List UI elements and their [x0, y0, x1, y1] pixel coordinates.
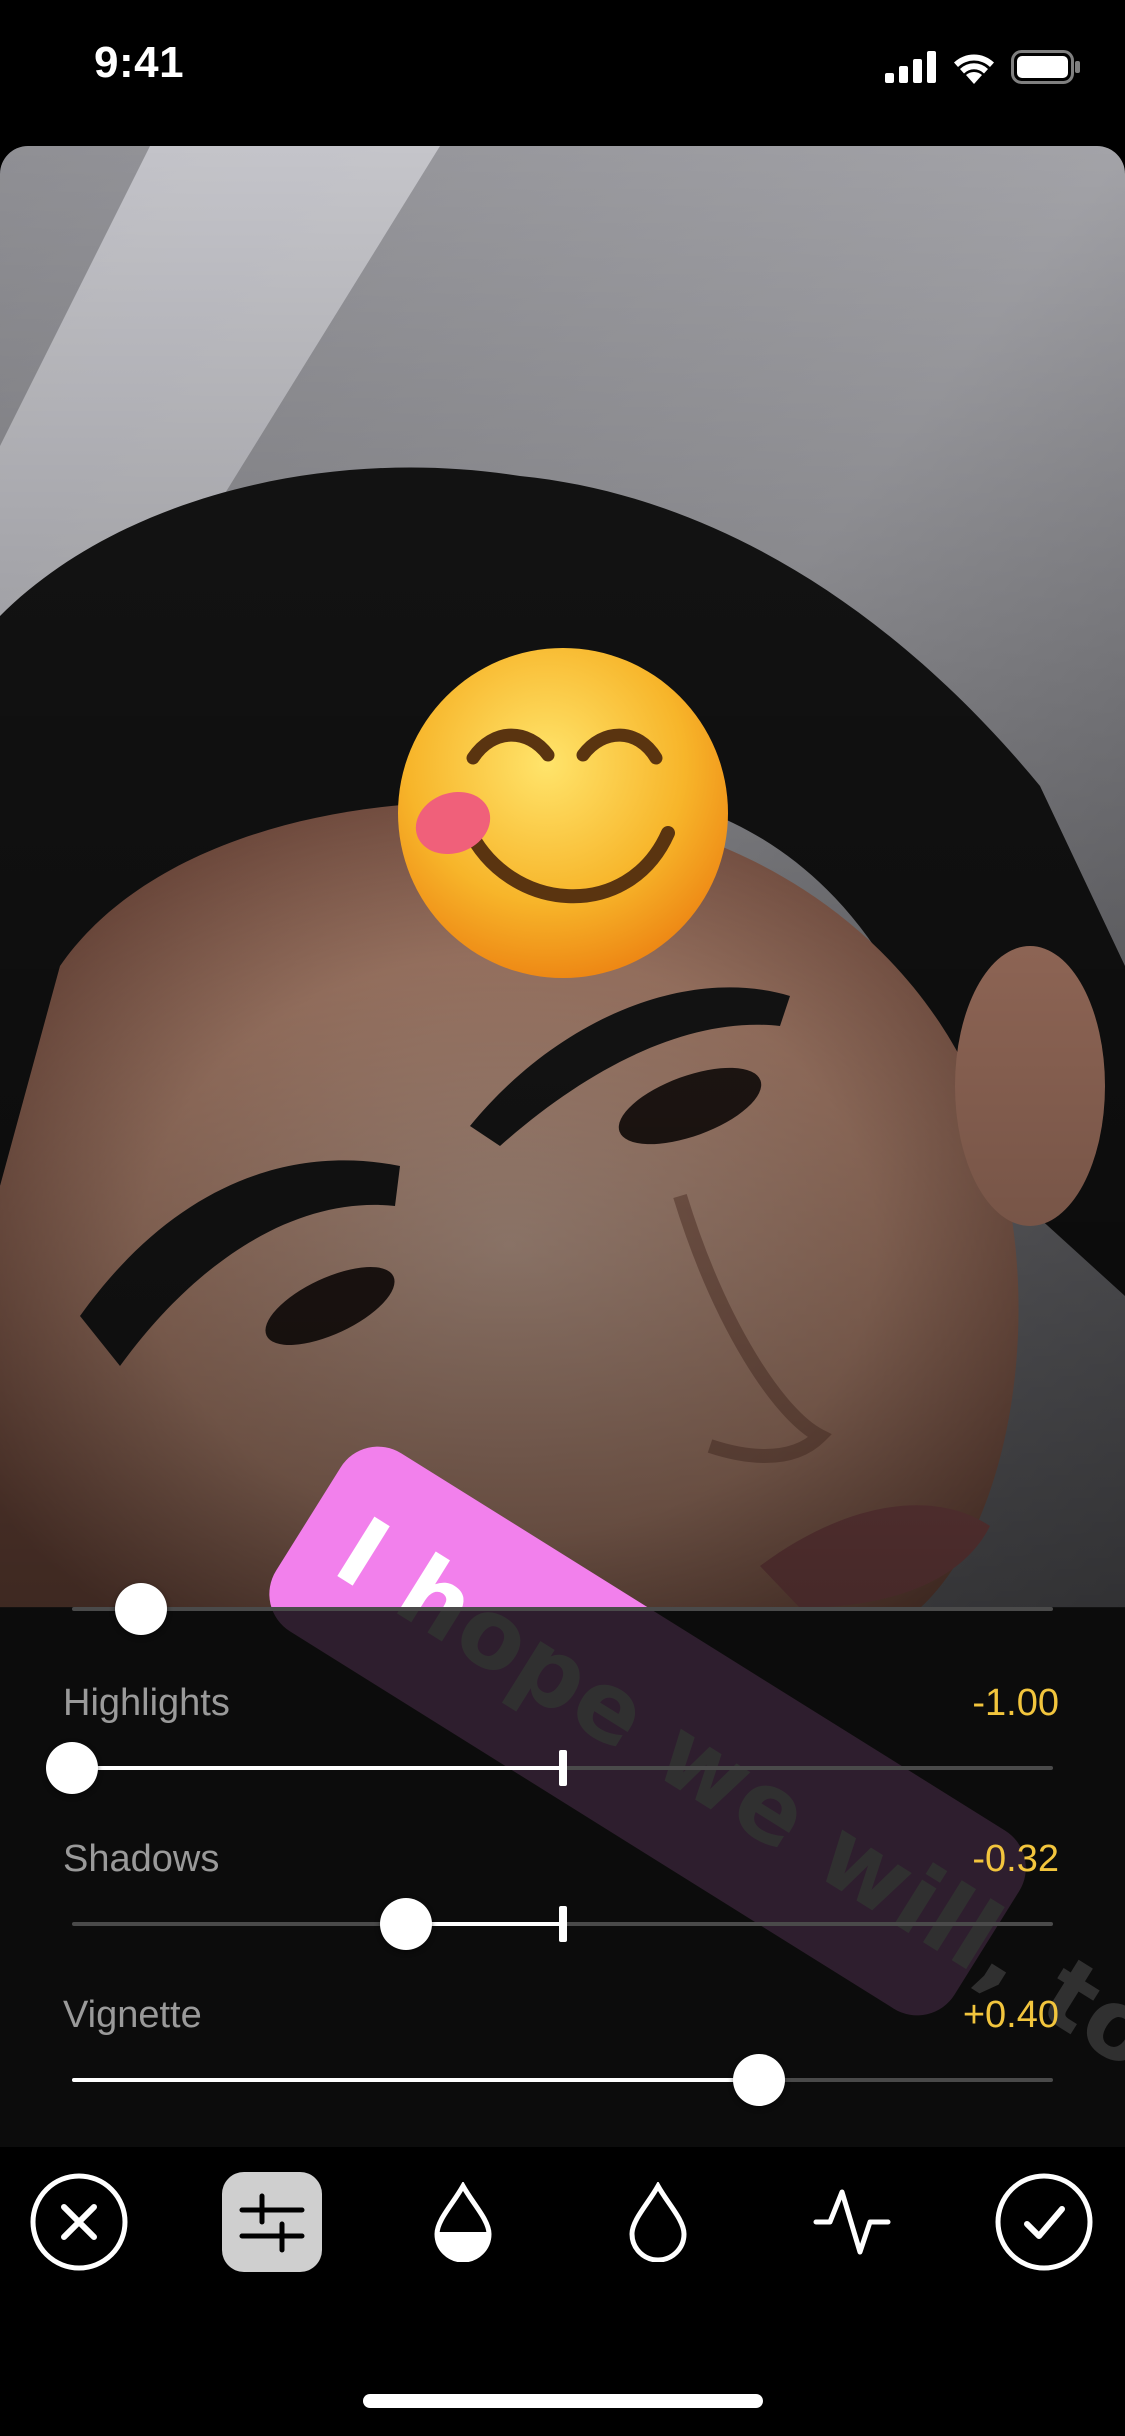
vignette-slider-knob[interactable]	[732, 2054, 785, 2106]
color-drop-icon	[629, 2182, 687, 2262]
vignette-value: +0.40	[962, 1994, 1059, 2036]
tone-tool-button[interactable]	[413, 2172, 513, 2272]
home-indicator[interactable]	[363, 2394, 763, 2408]
status-bar: 9:41	[0, 0, 1125, 140]
highlights-value: -1.00	[972, 1682, 1059, 1724]
highlights-label: Highlights	[63, 1682, 230, 1724]
status-time: 9:41	[94, 38, 185, 87]
curve-tool-button[interactable]	[802, 2172, 902, 2272]
status-icons	[885, 50, 1081, 84]
wifi-icon	[954, 54, 994, 84]
top-slider-track[interactable]	[72, 1607, 1053, 1611]
adjust-tool-button[interactable]	[222, 2172, 322, 2272]
cancel-icon	[30, 2173, 128, 2271]
cancel-button[interactable]	[29, 2172, 129, 2272]
adjust-sliders-icon	[239, 2193, 305, 2253]
confirm-button[interactable]	[994, 2172, 1094, 2272]
photo-preview[interactable]	[0, 146, 1125, 1608]
color-tool-button[interactable]	[608, 2172, 708, 2272]
battery-icon	[1011, 50, 1080, 84]
emoji-sticker[interactable]	[398, 643, 728, 983]
highlights-slider-knob[interactable]	[46, 1742, 98, 1794]
edit-toolbar	[0, 2147, 1125, 2297]
cellular-signal-icon	[885, 51, 936, 83]
shadows-label: Shadows	[63, 1838, 220, 1880]
highlights-slider-fill	[72, 1766, 563, 1770]
shadows-value: -0.32	[972, 1838, 1059, 1880]
confirm-icon	[995, 2173, 1093, 2271]
tone-drop-icon	[434, 2182, 492, 2262]
top-slider-knob[interactable]	[114, 1583, 167, 1635]
adjustment-panel: Highlights -1.00 Shadows -0.32 Vignette …	[0, 1583, 1125, 2147]
vignette-slider-fill	[72, 2078, 759, 2082]
vignette-label: Vignette	[63, 1994, 202, 2036]
shadows-slider-knob[interactable]	[379, 1898, 432, 1950]
curve-icon	[813, 2189, 891, 2255]
